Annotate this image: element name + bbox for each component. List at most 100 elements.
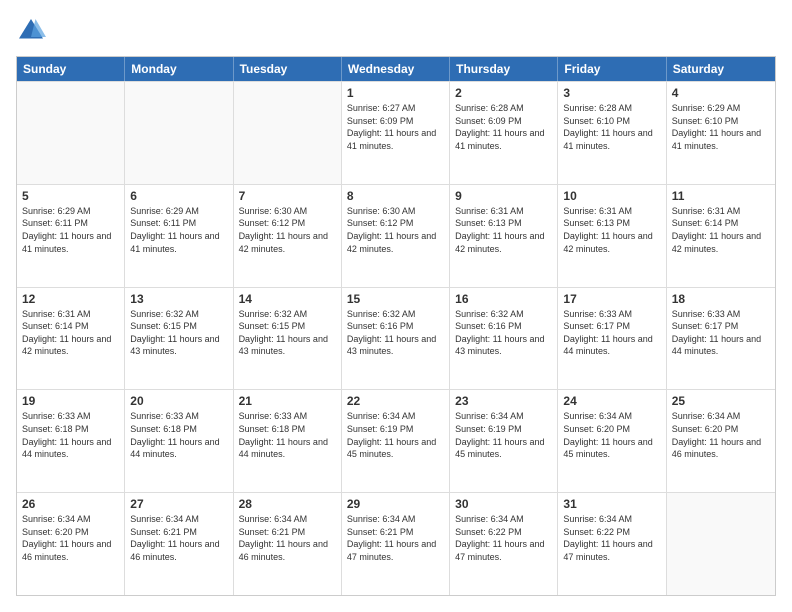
- calendar-cell: [17, 82, 125, 184]
- cell-info: Sunrise: 6:27 AM Sunset: 6:09 PM Dayligh…: [347, 102, 444, 152]
- calendar-cell: 8 Sunrise: 6:30 AM Sunset: 6:12 PM Daylig…: [342, 185, 450, 287]
- cell-day-number: 26: [22, 497, 119, 511]
- calendar-row-0: 1Sunrise: 6:27 AM Sunset: 6:09 PM Daylig…: [17, 81, 775, 184]
- cell-day-number: 6: [130, 189, 227, 203]
- calendar-header: SundayMondayTuesdayWednesdayThursdayFrid…: [17, 57, 775, 81]
- cell-day-number: 4: [672, 86, 770, 100]
- calendar-cell: 10Sunrise: 6:31 AM Sunset: 6:13 PM Dayli…: [558, 185, 666, 287]
- cell-day-number: 27: [130, 497, 227, 511]
- cell-day-number: 5: [22, 189, 119, 203]
- cell-day-number: 28: [239, 497, 336, 511]
- calendar-cell: [125, 82, 233, 184]
- calendar-cell: 16 Sunrise: 6:32 AM Sunset: 6:16 PM Dayli…: [450, 288, 558, 390]
- calendar-cell: 18 Sunrise: 6:33 AM Sunset: 6:17 PM Dayli…: [667, 288, 775, 390]
- calendar-cell: 7 Sunrise: 6:30 AM Sunset: 6:12 PM Daylig…: [234, 185, 342, 287]
- day-header-saturday: Saturday: [667, 57, 775, 81]
- cell-day-number: 24: [563, 394, 660, 408]
- calendar: SundayMondayTuesdayWednesdayThursdayFrid…: [16, 56, 776, 596]
- calendar-cell: 2Sunrise: 6:28 AM Sunset: 6:09 PM Daylig…: [450, 82, 558, 184]
- cell-info: Sunrise: 6:29 AM Sunset: 6:11 PM Dayligh…: [22, 205, 119, 255]
- cell-day-number: 29: [347, 497, 444, 511]
- header: [16, 16, 776, 46]
- calendar-cell: 4 Sunrise: 6:29 AM Sunset: 6:10 PM Daylig…: [667, 82, 775, 184]
- cell-day-number: 20: [130, 394, 227, 408]
- calendar-cell: 22 Sunrise: 6:34 AM Sunset: 6:19 PM Dayli…: [342, 390, 450, 492]
- calendar-cell: 13 Sunrise: 6:32 AM Sunset: 6:15 PM Dayli…: [125, 288, 233, 390]
- cell-day-number: 10: [563, 189, 660, 203]
- calendar-row-2: 12Sunrise: 6:31 AM Sunset: 6:14 PM Dayli…: [17, 287, 775, 390]
- calendar-cell: 28 Sunrise: 6:34 AM Sunset: 6:21 PM Dayli…: [234, 493, 342, 595]
- calendar-cell: 9Sunrise: 6:31 AM Sunset: 6:13 PM Daylig…: [450, 185, 558, 287]
- cell-info: Sunrise: 6:33 AM Sunset: 6:18 PM Dayligh…: [239, 410, 336, 460]
- cell-info: Sunrise: 6:29 AM Sunset: 6:10 PM Dayligh…: [672, 102, 770, 152]
- day-header-wednesday: Wednesday: [342, 57, 450, 81]
- cell-info: Sunrise: 6:28 AM Sunset: 6:10 PM Dayligh…: [563, 102, 660, 152]
- cell-day-number: 3: [563, 86, 660, 100]
- calendar-body: 1Sunrise: 6:27 AM Sunset: 6:09 PM Daylig…: [17, 81, 775, 595]
- calendar-cell: [234, 82, 342, 184]
- calendar-cell: 30 Sunrise: 6:34 AM Sunset: 6:22 PM Dayli…: [450, 493, 558, 595]
- cell-info: Sunrise: 6:32 AM Sunset: 6:15 PM Dayligh…: [239, 308, 336, 358]
- calendar-cell: 24Sunrise: 6:34 AM Sunset: 6:20 PM Dayli…: [558, 390, 666, 492]
- day-header-sunday: Sunday: [17, 57, 125, 81]
- cell-info: Sunrise: 6:31 AM Sunset: 6:14 PM Dayligh…: [22, 308, 119, 358]
- cell-info: Sunrise: 6:29 AM Sunset: 6:11 PM Dayligh…: [130, 205, 227, 255]
- calendar-cell: 25Sunrise: 6:34 AM Sunset: 6:20 PM Dayli…: [667, 390, 775, 492]
- calendar-cell: 20 Sunrise: 6:33 AM Sunset: 6:18 PM Dayli…: [125, 390, 233, 492]
- cell-day-number: 16: [455, 292, 552, 306]
- cell-day-number: 30: [455, 497, 552, 511]
- cell-info: Sunrise: 6:28 AM Sunset: 6:09 PM Dayligh…: [455, 102, 552, 152]
- cell-info: Sunrise: 6:31 AM Sunset: 6:14 PM Dayligh…: [672, 205, 770, 255]
- cell-day-number: 8: [347, 189, 444, 203]
- calendar-row-1: 5 Sunrise: 6:29 AM Sunset: 6:11 PM Daylig…: [17, 184, 775, 287]
- cell-day-number: 13: [130, 292, 227, 306]
- cell-day-number: 21: [239, 394, 336, 408]
- day-header-thursday: Thursday: [450, 57, 558, 81]
- cell-info: Sunrise: 6:34 AM Sunset: 6:21 PM Dayligh…: [239, 513, 336, 563]
- logo: [16, 16, 50, 46]
- calendar-cell: 6 Sunrise: 6:29 AM Sunset: 6:11 PM Daylig…: [125, 185, 233, 287]
- calendar-cell: [667, 493, 775, 595]
- calendar-cell: 17 Sunrise: 6:33 AM Sunset: 6:17 PM Dayli…: [558, 288, 666, 390]
- calendar-cell: 31 Sunrise: 6:34 AM Sunset: 6:22 PM Dayli…: [558, 493, 666, 595]
- calendar-cell: 15Sunrise: 6:32 AM Sunset: 6:16 PM Dayli…: [342, 288, 450, 390]
- cell-day-number: 19: [22, 394, 119, 408]
- cell-day-number: 31: [563, 497, 660, 511]
- cell-info: Sunrise: 6:34 AM Sunset: 6:21 PM Dayligh…: [130, 513, 227, 563]
- cell-info: Sunrise: 6:31 AM Sunset: 6:13 PM Dayligh…: [455, 205, 552, 255]
- cell-info: Sunrise: 6:34 AM Sunset: 6:20 PM Dayligh…: [22, 513, 119, 563]
- calendar-cell: 12Sunrise: 6:31 AM Sunset: 6:14 PM Dayli…: [17, 288, 125, 390]
- calendar-row-3: 19 Sunrise: 6:33 AM Sunset: 6:18 PM Dayli…: [17, 389, 775, 492]
- calendar-cell: 27 Sunrise: 6:34 AM Sunset: 6:21 PM Dayli…: [125, 493, 233, 595]
- cell-day-number: 17: [563, 292, 660, 306]
- cell-info: Sunrise: 6:34 AM Sunset: 6:19 PM Dayligh…: [347, 410, 444, 460]
- cell-info: Sunrise: 6:34 AM Sunset: 6:22 PM Dayligh…: [455, 513, 552, 563]
- page: SundayMondayTuesdayWednesdayThursdayFrid…: [0, 0, 792, 612]
- calendar-cell: 1Sunrise: 6:27 AM Sunset: 6:09 PM Daylig…: [342, 82, 450, 184]
- cell-day-number: 14: [239, 292, 336, 306]
- day-header-friday: Friday: [558, 57, 666, 81]
- calendar-cell: 29 Sunrise: 6:34 AM Sunset: 6:21 PM Dayli…: [342, 493, 450, 595]
- cell-info: Sunrise: 6:34 AM Sunset: 6:19 PM Dayligh…: [455, 410, 552, 460]
- cell-day-number: 23: [455, 394, 552, 408]
- cell-info: Sunrise: 6:32 AM Sunset: 6:15 PM Dayligh…: [130, 308, 227, 358]
- cell-info: Sunrise: 6:33 AM Sunset: 6:18 PM Dayligh…: [22, 410, 119, 460]
- cell-info: Sunrise: 6:34 AM Sunset: 6:22 PM Dayligh…: [563, 513, 660, 563]
- cell-day-number: 18: [672, 292, 770, 306]
- cell-day-number: 7: [239, 189, 336, 203]
- cell-day-number: 22: [347, 394, 444, 408]
- calendar-cell: 21 Sunrise: 6:33 AM Sunset: 6:18 PM Dayli…: [234, 390, 342, 492]
- cell-info: Sunrise: 6:32 AM Sunset: 6:16 PM Dayligh…: [455, 308, 552, 358]
- cell-day-number: 11: [672, 189, 770, 203]
- logo-icon: [16, 16, 46, 46]
- cell-info: Sunrise: 6:33 AM Sunset: 6:18 PM Dayligh…: [130, 410, 227, 460]
- cell-info: Sunrise: 6:32 AM Sunset: 6:16 PM Dayligh…: [347, 308, 444, 358]
- calendar-cell: 14 Sunrise: 6:32 AM Sunset: 6:15 PM Dayli…: [234, 288, 342, 390]
- day-header-tuesday: Tuesday: [234, 57, 342, 81]
- cell-info: Sunrise: 6:34 AM Sunset: 6:21 PM Dayligh…: [347, 513, 444, 563]
- cell-info: Sunrise: 6:33 AM Sunset: 6:17 PM Dayligh…: [672, 308, 770, 358]
- calendar-cell: 11 Sunrise: 6:31 AM Sunset: 6:14 PM Dayli…: [667, 185, 775, 287]
- cell-info: Sunrise: 6:30 AM Sunset: 6:12 PM Dayligh…: [347, 205, 444, 255]
- cell-info: Sunrise: 6:33 AM Sunset: 6:17 PM Dayligh…: [563, 308, 660, 358]
- cell-info: Sunrise: 6:30 AM Sunset: 6:12 PM Dayligh…: [239, 205, 336, 255]
